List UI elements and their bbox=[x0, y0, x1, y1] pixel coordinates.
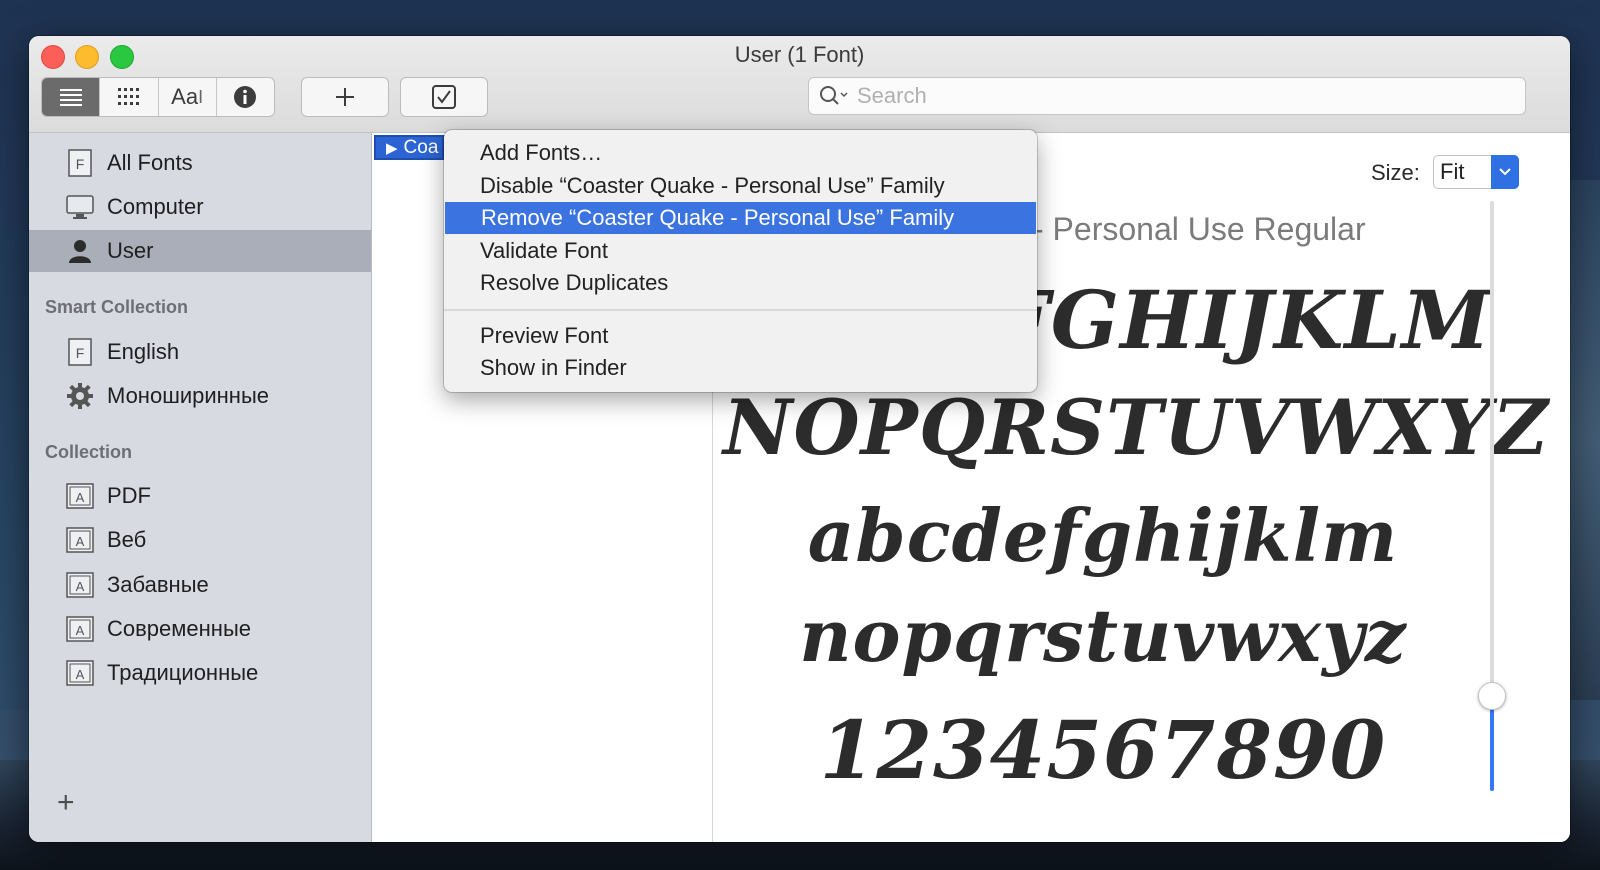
collection-icon: A bbox=[65, 658, 95, 688]
menu-item-disable-family[interactable]: Disable “Coaster Quake - Personal Use” F… bbox=[444, 170, 1037, 202]
add-fonts-button[interactable] bbox=[301, 77, 389, 117]
menu-item-show-in-finder[interactable]: Show in Finder bbox=[444, 352, 1037, 384]
enable-font-button[interactable] bbox=[400, 77, 488, 117]
sidebar-item-label: Забавные bbox=[107, 572, 209, 597]
font-family-row-selected[interactable]: ▶ Coa bbox=[374, 135, 444, 160]
sidebar-item-label: User bbox=[107, 238, 154, 263]
sidebar-item-label: Computer bbox=[107, 194, 204, 219]
window-title: User (1 Font) bbox=[734, 42, 865, 67]
size-slider-knob[interactable] bbox=[1478, 682, 1506, 710]
size-select[interactable]: Fit bbox=[1433, 155, 1519, 189]
sidebar-item-label: Моноширинные bbox=[107, 383, 270, 408]
collection-icon: A bbox=[65, 525, 95, 555]
menu-item-remove-family[interactable]: Remove “Coaster Quake - Personal Use” Fa… bbox=[445, 202, 1036, 234]
sidebar-item-web[interactable]: A Веб bbox=[29, 519, 371, 561]
plus-icon bbox=[336, 88, 354, 106]
sample-lowercase-2: nopqrstuvwxyz bbox=[799, 593, 1407, 678]
sample-uppercase-2: NOPQRSTUVWXYZ bbox=[723, 383, 1549, 472]
svg-text:A: A bbox=[76, 667, 85, 682]
gear-icon bbox=[65, 381, 95, 411]
sample-uppercase-1: FGHIJKLM bbox=[993, 273, 1492, 367]
sidebar-item-label: Традиционные bbox=[107, 660, 259, 685]
disclosure-triangle-icon[interactable]: ▶ bbox=[386, 139, 398, 157]
grid-view-button[interactable] bbox=[100, 78, 159, 116]
smart-collection-heading: Smart Collection bbox=[45, 297, 189, 317]
sidebar-item-pdf[interactable]: A PDF bbox=[29, 475, 371, 517]
sidebar-item-english[interactable]: F English bbox=[29, 331, 371, 373]
svg-text:A: A bbox=[76, 490, 85, 505]
title-bar: User (1 Font) Aa I Search bbox=[29, 36, 1570, 133]
sidebar-item-label: English bbox=[107, 339, 180, 364]
font-file-icon: F bbox=[65, 337, 95, 367]
chevron-down-icon[interactable] bbox=[1491, 155, 1519, 189]
collection-icon: A bbox=[65, 481, 95, 511]
sidebar-item-label: PDF bbox=[107, 483, 151, 508]
info-view-button[interactable] bbox=[217, 78, 274, 116]
font-family-name: Coa bbox=[403, 136, 439, 158]
desktop-background-left bbox=[0, 230, 30, 710]
menu-item-preview-font[interactable]: Preview Font bbox=[444, 320, 1037, 352]
svg-text:F: F bbox=[76, 345, 85, 361]
add-collection-button[interactable]: + bbox=[57, 786, 75, 820]
sidebar-item-computer[interactable]: Computer bbox=[29, 186, 371, 228]
sample-view-button[interactable]: Aa I bbox=[159, 78, 217, 116]
font-file-icon: F bbox=[65, 148, 95, 178]
checkbox-icon bbox=[432, 85, 456, 109]
sidebar-item-label: All Fonts bbox=[107, 150, 193, 175]
sidebar-item-modern[interactable]: A Современные bbox=[29, 608, 371, 650]
grid-icon bbox=[117, 88, 139, 105]
size-label: Size: bbox=[1371, 160, 1420, 185]
menu-item-add-fonts[interactable]: Add Fonts… bbox=[444, 137, 1037, 169]
collection-heading: Collection bbox=[45, 442, 133, 462]
search-icon bbox=[820, 86, 848, 105]
search-field[interactable]: Search bbox=[808, 77, 1526, 115]
menu-separator bbox=[444, 309, 1037, 311]
list-view-button[interactable] bbox=[42, 78, 101, 116]
info-icon bbox=[234, 86, 257, 108]
list-icon bbox=[59, 89, 82, 106]
svg-text:F: F bbox=[76, 156, 85, 172]
search-placeholder: Search bbox=[857, 83, 927, 108]
collection-icon: A bbox=[65, 570, 95, 600]
view-mode-segmented-control: Aa I bbox=[41, 77, 275, 117]
font-name-heading: - Personal Use Regular bbox=[1033, 211, 1366, 247]
sample-text-icon: Aa bbox=[171, 84, 199, 109]
sidebar-item-user[interactable]: User bbox=[29, 230, 371, 272]
sample-lowercase-1: abcdefghijklm bbox=[807, 493, 1399, 578]
size-value: Fit bbox=[1440, 159, 1465, 184]
sidebar-item-monospaced[interactable]: Моноширинные bbox=[29, 375, 371, 417]
menu-item-validate-font[interactable]: Validate Font bbox=[444, 235, 1037, 267]
computer-icon bbox=[65, 192, 95, 222]
sample-digits: 1234567890 bbox=[819, 703, 1387, 797]
svg-text:A: A bbox=[76, 579, 85, 594]
user-icon bbox=[65, 236, 95, 266]
svg-text:A: A bbox=[76, 623, 85, 638]
sidebar-item-label: Веб bbox=[107, 527, 147, 552]
size-slider-fill bbox=[1490, 698, 1494, 791]
sidebar-item-all-fonts[interactable]: F All Fonts bbox=[29, 142, 371, 184]
menu-item-resolve-duplicates[interactable]: Resolve Duplicates bbox=[444, 267, 1037, 299]
sidebar-item-fun[interactable]: A Забавные bbox=[29, 564, 371, 606]
collection-icon: A bbox=[65, 614, 95, 644]
svg-text:A: A bbox=[76, 534, 85, 549]
context-menu: Add Fonts… Disable “Coaster Quake - Pers… bbox=[444, 130, 1037, 392]
sidebar: F All Fonts Computer User Smart Collecti… bbox=[29, 133, 372, 842]
sidebar-item-label: Современные bbox=[107, 616, 251, 641]
sidebar-item-traditional[interactable]: A Традиционные bbox=[29, 652, 371, 694]
text-cursor-icon: I bbox=[198, 86, 204, 107]
